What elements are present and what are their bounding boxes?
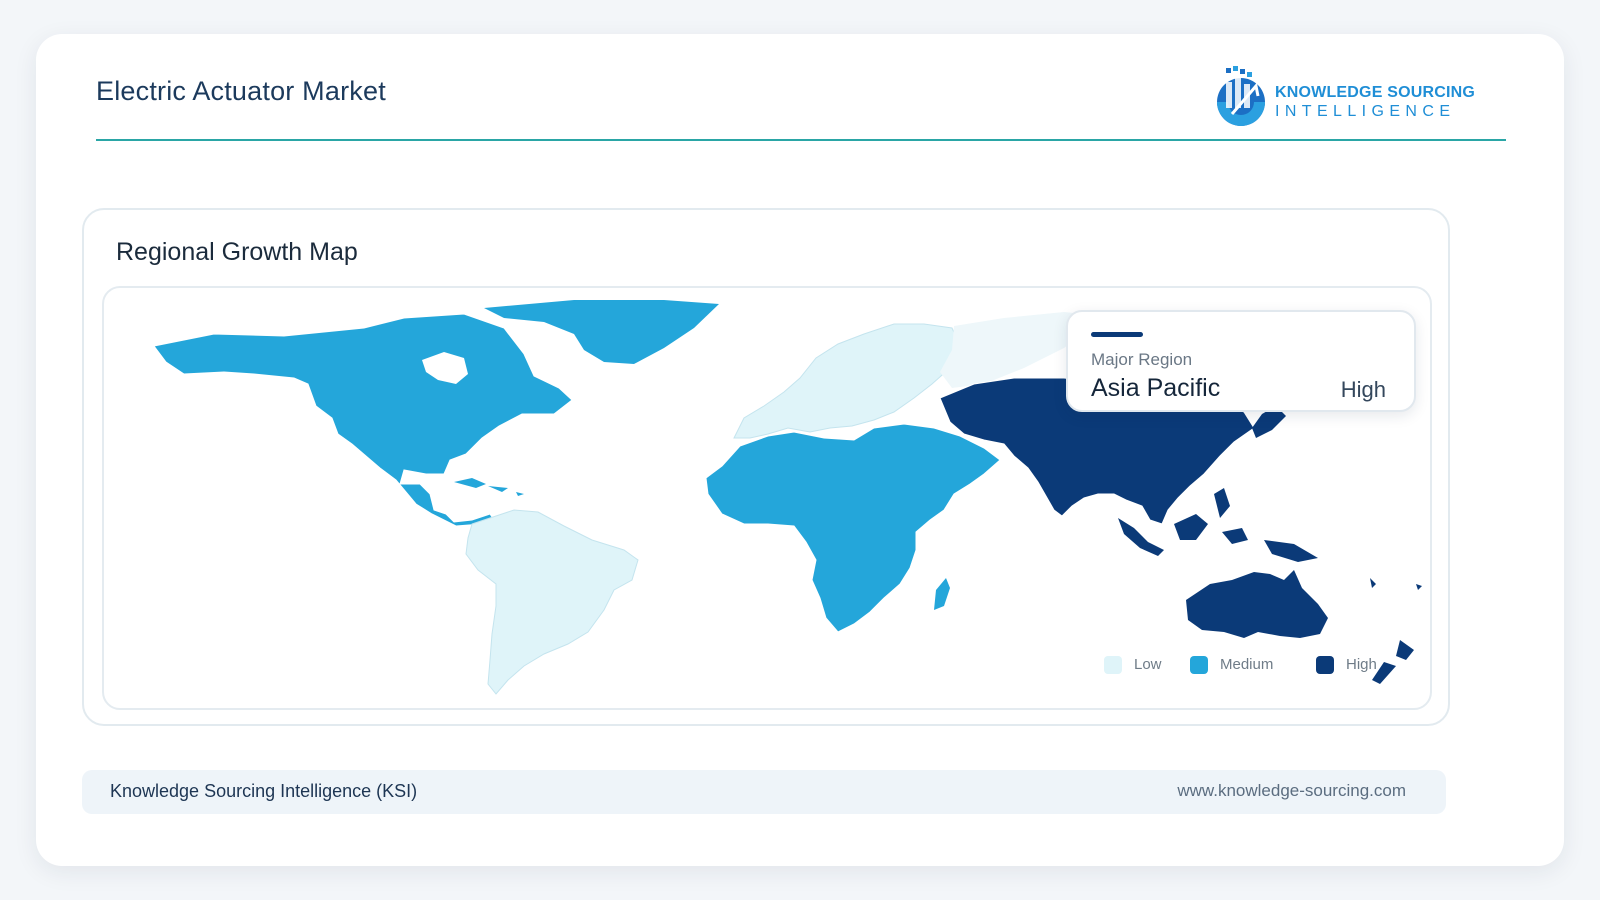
- legend-swatch-medium: [1190, 656, 1208, 674]
- footer-bar: Knowledge Sourcing Intelligence (KSI) ww…: [82, 770, 1446, 814]
- legend-label-high: High: [1346, 656, 1377, 673]
- logo-icon: [1217, 66, 1265, 126]
- footer-company: Knowledge Sourcing Intelligence (KSI): [110, 781, 418, 801]
- region-north-america[interactable]: [153, 313, 573, 527]
- major-region-name: Asia Pacific: [1091, 374, 1221, 402]
- region-caribbean: [454, 478, 524, 496]
- legend-label-medium: Medium: [1220, 656, 1274, 673]
- legend-swatch-high: [1316, 656, 1334, 674]
- legend-swatch-low: [1104, 656, 1122, 674]
- page-title: Electric Actuator Market: [96, 76, 386, 106]
- main-card: Electric Actuator Market KNOWLEDGE SOURC…: [36, 34, 1564, 866]
- footer-website-link[interactable]: www.knowledge-sourcing.com: [1177, 781, 1406, 801]
- major-region-card: Major Region Asia Pacific High: [1066, 310, 1416, 412]
- logo-text-line2: INTELLIGENCE: [1275, 103, 1456, 120]
- header-divider: [96, 139, 1506, 141]
- world-map[interactable]: Major Region Asia Pacific High Low Mediu…: [102, 286, 1432, 710]
- logo-text-line1: KNOWLEDGE SOURCING: [1275, 84, 1476, 101]
- major-region-label: Major Region: [1091, 350, 1193, 369]
- map-panel: Regional Growth Map Major Region Asia Pa…: [82, 208, 1450, 726]
- company-logo[interactable]: KNOWLEDGE SOURCING INTELLIGENCE: [1212, 60, 1476, 130]
- legend-label-low: Low: [1134, 656, 1162, 673]
- region-australia[interactable]: [1186, 570, 1328, 638]
- region-new-zealand: [1372, 640, 1414, 684]
- region-middle-east-africa[interactable]: [705, 423, 1001, 633]
- panel-title: Regional Growth Map: [116, 238, 358, 266]
- region-europe[interactable]: [733, 323, 963, 439]
- region-south-america[interactable]: [465, 509, 639, 695]
- major-region-level: High: [1340, 377, 1386, 402]
- accent-bar: [1091, 332, 1143, 337]
- region-madagascar: [934, 578, 950, 610]
